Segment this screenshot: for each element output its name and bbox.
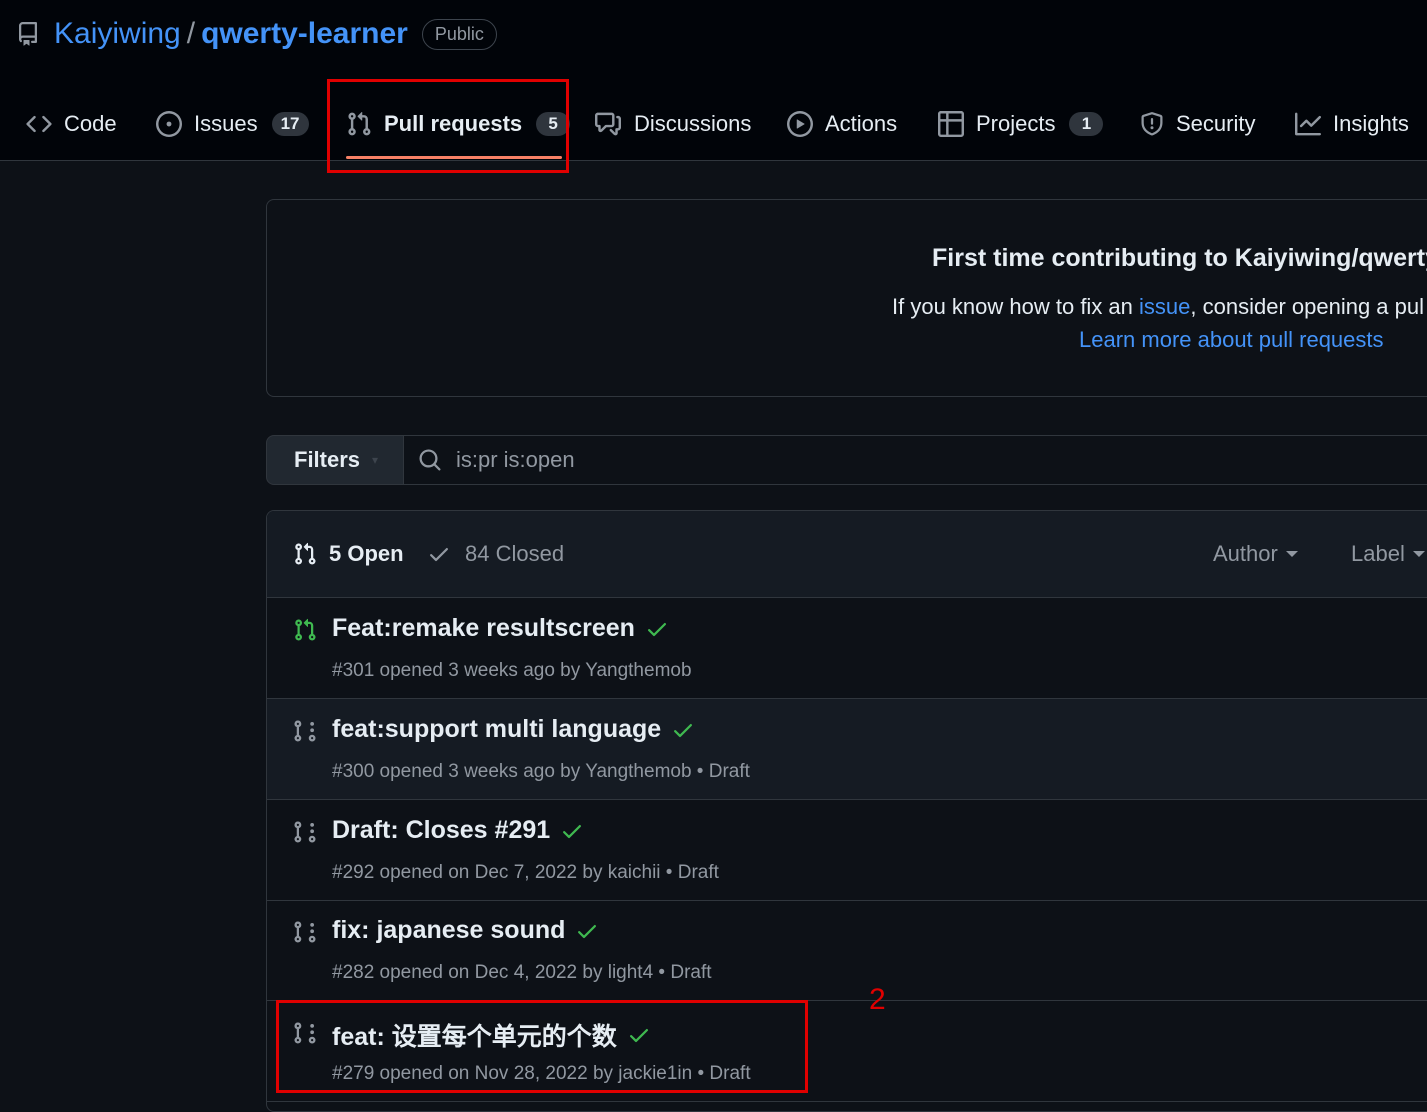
tab-code-label: Code (64, 111, 117, 136)
tab-issues[interactable]: Issues 17 (156, 94, 309, 154)
repo-header: Kaiyiwing / qwerty-learner Public Code I… (0, 0, 1427, 161)
pull-request-title: Draft: Closes #291 (332, 816, 551, 844)
tab-projects[interactable]: Projects 1 (938, 94, 1104, 154)
tab-security-label: Security (1176, 111, 1256, 136)
filters-button[interactable]: Filters ▾ (266, 435, 404, 485)
pull-request-title-link[interactable]: Draft: Closes #291 (332, 816, 584, 845)
tab-insights[interactable]: Insights (1295, 94, 1409, 154)
author-filter-label: Author (1213, 541, 1278, 566)
list-item: fix: japanese sound #282 opened on Dec 4… (267, 900, 1427, 1001)
git-pull-request-open-icon (295, 618, 316, 641)
repo-icon (16, 20, 40, 48)
pull-request-title-link[interactable]: Feat:remake resultscreen (332, 614, 669, 643)
list-header: 5 Open 84 Closed Author Label (267, 511, 1427, 598)
annotation-box-2 (276, 1000, 808, 1093)
banner-text: If you know how to fix an issue, conside… (892, 294, 1424, 320)
search-value: is:pr is:open (456, 447, 575, 472)
table-icon (938, 111, 964, 137)
list-item: Draft: Closes #291 #292 opened on Dec 7,… (267, 800, 1427, 901)
tab-issues-label: Issues (194, 111, 258, 136)
tab-discussions-label: Discussions (634, 111, 752, 136)
closed-count-label: 84 Closed (465, 541, 565, 566)
pull-request-title: feat:support multi language (332, 715, 662, 743)
repo-owner-link[interactable]: Kaiyiwing (54, 17, 181, 51)
check-success-icon[interactable] (575, 919, 599, 943)
pull-request-title-link[interactable]: fix: japanese sound (332, 916, 599, 945)
filters-button-label: Filters (294, 447, 361, 472)
chevron-down-icon (1285, 551, 1298, 557)
tab-actions-label: Actions (825, 111, 898, 136)
pull-request-meta: #292 opened on Dec 7, 2022 by kaichii • … (332, 862, 719, 883)
comment-discussion-icon (595, 112, 621, 136)
git-pull-request-draft-icon (294, 821, 316, 843)
banner-title: First time contributing to Kaiyiwing/qwe… (932, 244, 1427, 272)
open-count-label: 5 Open (329, 541, 404, 566)
author-filter-dropdown[interactable]: Author (1213, 541, 1298, 567)
issues-count-badge: 17 (271, 112, 309, 136)
chevron-down-icon (1412, 551, 1425, 557)
shield-icon (1141, 112, 1163, 136)
open-filter-link[interactable]: 5 Open (293, 541, 404, 567)
pull-request-meta: #300 opened 3 weeks ago by Yangthemob • … (332, 761, 750, 782)
play-icon (787, 111, 813, 137)
repo-title: Kaiyiwing / qwerty-learner Public (16, 14, 497, 54)
git-pull-request-draft-icon (294, 720, 316, 742)
check-success-icon[interactable] (671, 718, 695, 742)
repo-name-link[interactable]: qwerty-learner (201, 17, 408, 51)
git-pull-request-icon (295, 542, 316, 565)
repo-path-separator: / (186, 17, 196, 50)
graph-icon (1295, 112, 1321, 136)
closed-filter-link[interactable]: 84 Closed (427, 541, 564, 567)
pull-request-meta: #301 opened 3 weeks ago by Yangthemob (332, 660, 692, 681)
check-icon (430, 548, 448, 562)
banner-text-after: , consider opening a pul (1190, 294, 1425, 319)
git-pull-request-draft-icon (294, 921, 316, 943)
annotation-label-2: 2 (869, 983, 886, 1016)
banner-issue-link[interactable]: issue (1139, 294, 1190, 319)
search-icon (419, 449, 441, 471)
pull-request-title: Feat:remake resultscreen (332, 614, 635, 642)
pull-request-meta: #282 opened on Dec 4, 2022 by light4 • D… (332, 962, 712, 983)
tab-insights-label: Insights (1333, 111, 1409, 136)
learn-more-link[interactable]: Learn more about pull requests (1079, 327, 1384, 353)
label-filter-label: Label (1351, 541, 1405, 566)
search-input[interactable]: is:pr is:open (403, 435, 1427, 485)
pull-request-title: fix: japanese sound (332, 916, 566, 944)
tab-security[interactable]: Security (1140, 94, 1255, 154)
label-filter-dropdown[interactable]: Label (1351, 541, 1425, 567)
code-icon (26, 115, 52, 133)
visibility-badge: Public (421, 18, 497, 50)
list-item: Feat:remake resultscreen #301 opened 3 w… (267, 598, 1427, 699)
filters-caret-icon: ▾ (372, 453, 379, 467)
check-success-icon[interactable] (560, 819, 584, 843)
list-item: feat:support multi language #300 opened … (267, 699, 1427, 800)
annotation-box-1 (327, 79, 569, 173)
repo-nav-tabs: Code Issues 17 Pull requests 5 Discussio… (0, 94, 1427, 154)
check-success-icon[interactable] (645, 617, 669, 641)
tab-discussions[interactable]: Discussions (594, 94, 751, 154)
tab-projects-label: Projects (976, 111, 1056, 136)
pull-request-title-link[interactable]: feat:support multi language (332, 715, 695, 744)
projects-count-badge: 1 (1069, 112, 1104, 136)
tab-code[interactable]: Code (26, 94, 117, 154)
banner-text-before: If you know how to fix an (892, 294, 1140, 319)
issue-opened-icon (156, 111, 182, 137)
tab-actions[interactable]: Actions (787, 94, 897, 154)
